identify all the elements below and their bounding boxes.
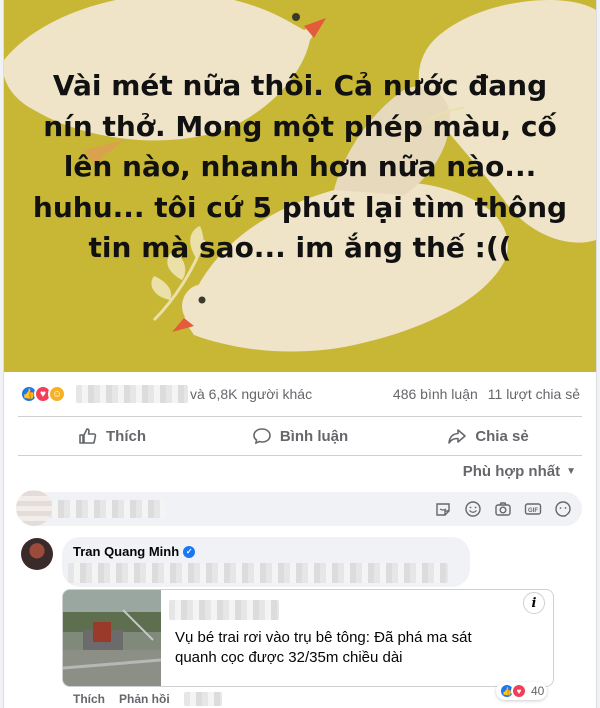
post-background: Vài mét nữa thôi. Cả nước đang nín thở. … [4,0,596,372]
comment-reaction-count: 40 [531,684,545,698]
commenter-avatar[interactable] [21,538,53,570]
sticker-icon[interactable] [434,500,452,518]
share-label: Chia sẻ [475,427,529,445]
comment-label: Bình luận [279,427,349,445]
comment-input[interactable]: GIF [22,492,582,526]
commenter-name[interactable]: Tran Quang Minh [73,544,179,559]
comment-icon [253,428,271,445]
share-icon [448,429,467,444]
comment-count[interactable]: 486 bình luận [393,386,478,402]
preview-thumbnail [63,590,161,686]
comment-footer: Thích Phản hồi [73,692,222,706]
comment-filter[interactable]: Phù hợp nhất ▼ [463,463,576,480]
svg-text:GIF: GIF [528,508,538,514]
gif-icon[interactable]: GIF [524,500,542,518]
comment-bubble: Tran Quang Minh ✓ [62,537,470,587]
post-actions: Thích Bình luận Chia sẻ [18,416,582,456]
caret-down-icon: ▼ [566,466,576,477]
post-stats: 👍 ♥ ☺ và 6,8K người khác 486 bình luận 1… [4,372,596,416]
care-reaction-icon: ☺ [48,385,66,403]
filter-label: Phù hợp nhất [462,463,561,480]
love-reaction-icon: ♥ [511,683,527,699]
current-user-avatar [16,490,52,526]
like-label: Thích [106,427,146,445]
post-card: Vài mét nữa thôi. Cả nước đang nín thở. … [3,0,597,708]
blurred-names [76,385,188,403]
preview-source-blurred [169,600,279,620]
comment-reply-link[interactable]: Phản hồi [119,692,170,706]
like-button[interactable]: Thích [18,417,206,455]
thumbs-up-icon [79,428,97,444]
share-count[interactable]: 11 lượt chia sẻ [488,386,580,402]
sticker-face-icon[interactable] [554,500,572,518]
comment-text-blurred [68,563,448,583]
verified-badge-icon: ✓ [183,545,196,558]
post-text: Vài mét nữa thôi. Cả nước đang nín thở. … [32,69,568,264]
comment-time-blurred [183,692,222,706]
comment-button[interactable]: Bình luận [206,417,394,455]
preview-title: Vụ bé trai rơi vào trụ bê tông: Đã phá m… [175,629,472,666]
camera-icon[interactable] [494,500,512,518]
emoji-icon[interactable] [464,500,482,518]
link-preview[interactable]: Vụ bé trai rơi vào trụ bê tông: Đã phá m… [62,589,554,687]
share-button[interactable]: Chia sẻ [394,417,582,455]
comment-input-row: GIF [10,490,592,526]
comment-placeholder-blurred [46,500,166,518]
reaction-others[interactable]: và 6,8K người khác [190,386,312,402]
reaction-icons[interactable]: 👍 ♥ ☺ [20,385,66,403]
info-icon[interactable]: i [523,592,545,614]
comment-like-link[interactable]: Thích [73,692,105,706]
comment-reactions[interactable]: 👍 ♥ 40 [496,682,548,700]
